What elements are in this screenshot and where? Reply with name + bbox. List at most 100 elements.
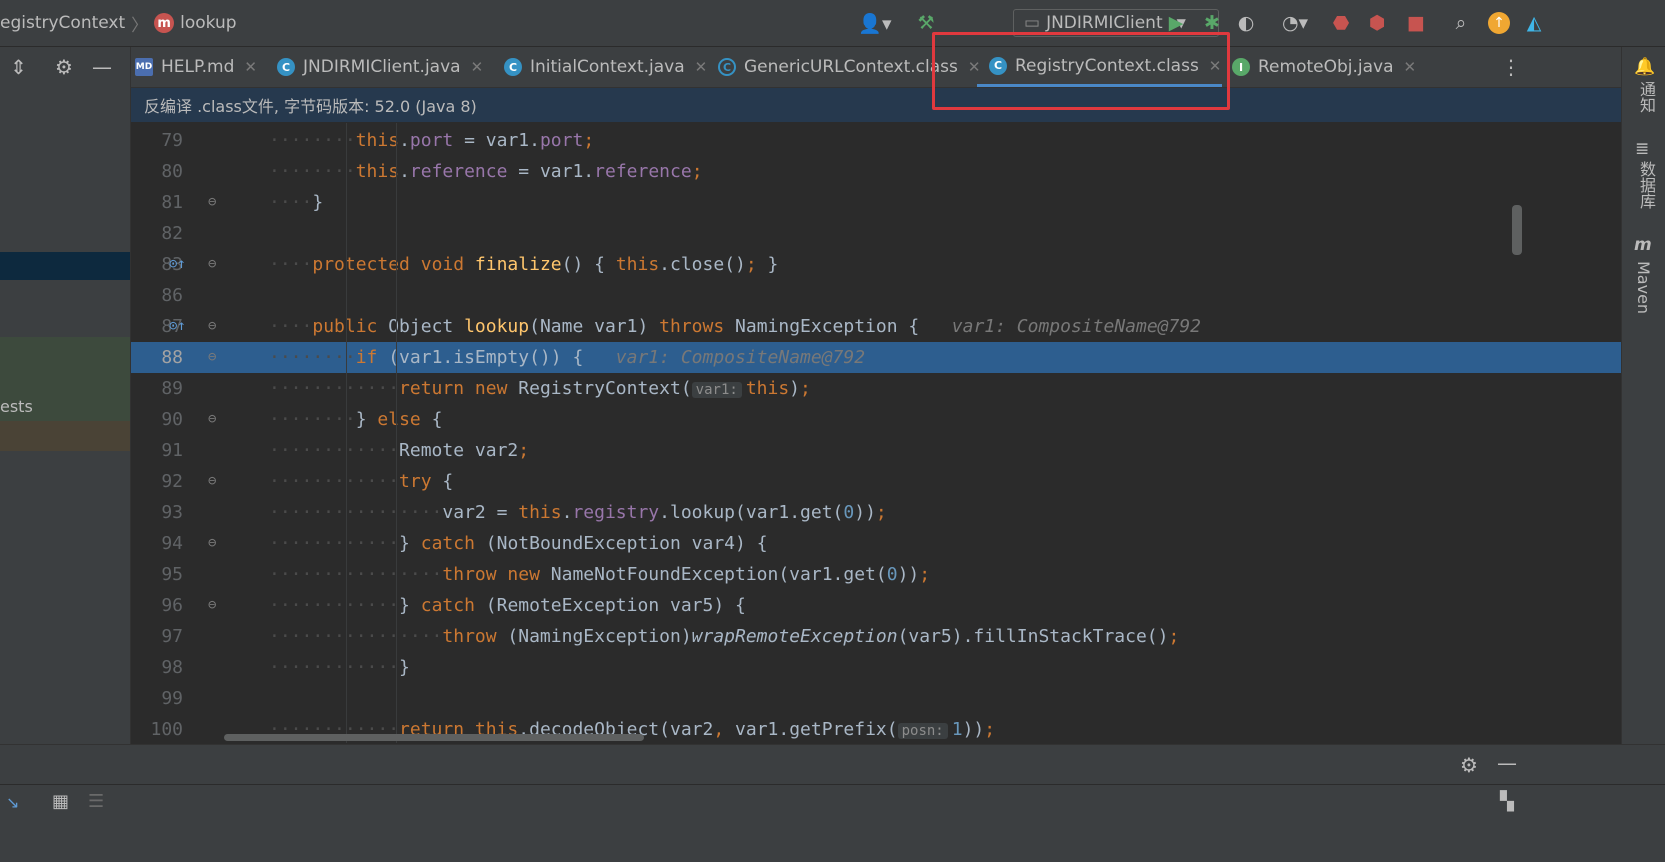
- line-number[interactable]: 94: [131, 528, 183, 559]
- project-panel-toolbar: ⇕ ⚙ —: [0, 47, 130, 87]
- coverage-icon[interactable]: ◐: [1233, 10, 1259, 36]
- database-icon[interactable]: ≣: [1635, 139, 1649, 159]
- line-number[interactable]: 82: [131, 218, 183, 249]
- table-icon[interactable]: ▦: [52, 791, 69, 812]
- maven-tool[interactable]: Maven: [1634, 261, 1653, 314]
- line-number[interactable]: 80: [131, 156, 183, 187]
- fold-icon[interactable]: ⊖: [208, 311, 216, 342]
- code-line[interactable]: 87 ⊙↑ ⊖ ····public Object lookup(Name var1)…: [131, 311, 1621, 342]
- line-number[interactable]: 100: [131, 714, 183, 745]
- code-line[interactable]: 94 ⊖ ············} catch (NotBoundExceptio…: [131, 528, 1621, 559]
- update-icon[interactable]: ↑: [1486, 10, 1512, 36]
- minimize-icon[interactable]: —: [1497, 751, 1517, 775]
- fold-icon[interactable]: ⊖: [208, 187, 216, 218]
- tree-row-highlight[interactable]: [0, 421, 130, 451]
- editor-tabs: MD HELP.md ✕ C JNDIRMIClient.java ✕ C In…: [131, 47, 1621, 88]
- close-icon[interactable]: ✕: [695, 58, 708, 76]
- notifications-tool[interactable]: 通知: [1634, 81, 1658, 113]
- line-number[interactable]: 81: [131, 187, 183, 218]
- fold-icon[interactable]: ⊖: [208, 249, 216, 280]
- layout-icon[interactable]: ▚: [1500, 791, 1514, 812]
- code-text: ············Remote var2;: [269, 440, 530, 461]
- attach-debugger-icon[interactable]: ⬣: [1328, 10, 1354, 36]
- fold-icon[interactable]: ⊖: [208, 590, 216, 621]
- code-editor[interactable]: 79 ········this.port = var1.port; 80 ······…: [131, 123, 1621, 780]
- code-line[interactable]: 86: [131, 280, 1621, 311]
- line-number[interactable]: 88: [131, 342, 183, 373]
- database-tool[interactable]: 数据库: [1634, 161, 1658, 209]
- close-icon[interactable]: ✕: [1404, 58, 1417, 76]
- fold-icon[interactable]: ⊖: [208, 404, 216, 435]
- code-line[interactable]: 83 ⊙↑ ⊖ ····protected void finalize() { thi…: [131, 249, 1621, 280]
- line-number[interactable]: 93: [131, 497, 183, 528]
- override-marker-icon[interactable]: ⊙↑: [169, 311, 186, 342]
- bottom-tool-window-bar: ⚙ —: [0, 744, 1665, 785]
- horizontal-scrollbar[interactable]: [224, 734, 644, 741]
- close-icon[interactable]: ✕: [471, 58, 484, 76]
- breadcrumb-class[interactable]: egistryContext: [0, 13, 125, 33]
- code-line[interactable]: 80 ········this.reference = var1.referenc…: [131, 156, 1621, 187]
- code-text: ············return new RegistryContext(v…: [269, 378, 811, 399]
- line-number[interactable]: 96: [131, 590, 183, 621]
- code-text: ············try {: [269, 471, 454, 492]
- line-number[interactable]: 89: [131, 373, 183, 404]
- minimize-icon[interactable]: —: [92, 55, 112, 79]
- bell-icon[interactable]: 🔔: [1634, 57, 1655, 77]
- vertical-scrollbar[interactable]: [1512, 205, 1522, 255]
- line-number[interactable]: 95: [131, 559, 183, 590]
- override-marker-icon[interactable]: ⊙↑: [169, 249, 186, 280]
- line-number[interactable]: 98: [131, 652, 183, 683]
- code-line[interactable]: 95 ················throw new NameNotFound…: [131, 559, 1621, 590]
- gear-icon[interactable]: ⚙: [55, 55, 73, 79]
- line-number[interactable]: 99: [131, 683, 183, 714]
- gear-icon[interactable]: ⚙: [1460, 753, 1478, 777]
- code-text: ················throw (NamingException)w…: [269, 626, 1180, 647]
- code-line[interactable]: 81 ⊖ ····}: [131, 187, 1621, 218]
- right-tool-strip: 🔔 通知 ≣ 数据库 m Maven: [1621, 47, 1665, 780]
- tab-label: RemoteObj.java: [1258, 57, 1394, 77]
- code-line[interactable]: 98 ············}: [131, 652, 1621, 683]
- code-line[interactable]: 91 ············Remote var2;: [131, 435, 1621, 466]
- code-line[interactable]: 99: [131, 683, 1621, 714]
- rerun-icon[interactable]: ⬢: [1364, 10, 1390, 36]
- fold-icon[interactable]: ⊖: [208, 528, 216, 559]
- search-icon[interactable]: ⌕: [1448, 10, 1474, 36]
- code-text: ············} catch (RemoteException var…: [269, 595, 746, 616]
- code-line[interactable]: 79 ········this.port = var1.port;: [131, 125, 1621, 156]
- maven-icon[interactable]: m: [1634, 235, 1652, 255]
- code-line[interactable]: 97 ················throw (NamingException…: [131, 621, 1621, 652]
- tab-remoteobj-java[interactable]: I RemoteObj.java ✕: [1232, 47, 1416, 87]
- line-number[interactable]: 79: [131, 125, 183, 156]
- code-text: ········this.reference = var1.reference;: [269, 161, 703, 182]
- code-line[interactable]: 89 ············return new RegistryContext…: [131, 373, 1621, 404]
- tree-item-label[interactable]: ests: [0, 397, 33, 416]
- line-number[interactable]: 97: [131, 621, 183, 652]
- settings-icon[interactable]: ☰: [88, 791, 104, 812]
- class-icon: C: [718, 58, 736, 76]
- code-line[interactable]: 90 ⊖ ········} else {: [131, 404, 1621, 435]
- fold-icon[interactable]: ⊖: [208, 466, 216, 497]
- fold-icon[interactable]: ⊖: [208, 342, 216, 373]
- more-tabs-icon[interactable]: ⋮: [1501, 47, 1521, 87]
- code-line[interactable]: 96 ⊖ ············} catch (RemoteException …: [131, 590, 1621, 621]
- code-line[interactable]: 92 ⊖ ············try {: [131, 466, 1621, 497]
- tab-help-md[interactable]: MD HELP.md ✕: [135, 47, 257, 87]
- line-number[interactable]: 92: [131, 466, 183, 497]
- close-icon[interactable]: ✕: [244, 58, 257, 76]
- code-line[interactable]: 93 ················var2 = this.registry.l…: [131, 497, 1621, 528]
- user-icon[interactable]: 👤▾: [855, 10, 895, 36]
- breadcrumb-method[interactable]: lookup: [180, 13, 236, 33]
- step-into-icon[interactable]: ↘: [6, 793, 19, 812]
- line-number[interactable]: 91: [131, 435, 183, 466]
- code-with-me-icon[interactable]: ◭: [1521, 10, 1547, 36]
- collapse-all-icon[interactable]: ⇕: [10, 55, 27, 79]
- selected-tree-row[interactable]: [0, 252, 130, 280]
- profile-icon[interactable]: ◔▾: [1272, 10, 1318, 36]
- code-line[interactable]: 82: [131, 218, 1621, 249]
- tab-initialcontext-java[interactable]: C InitialContext.java ✕: [504, 47, 707, 87]
- tab-jndirmiclient-java[interactable]: C JNDIRMIClient.java ✕: [277, 47, 483, 87]
- stop-icon[interactable]: ■: [1403, 10, 1429, 36]
- line-number[interactable]: 90: [131, 404, 183, 435]
- line-number[interactable]: 86: [131, 280, 183, 311]
- code-line[interactable]: 88 ⊖ ········if (var1.isEmpty()) { var1: C…: [131, 342, 1621, 373]
